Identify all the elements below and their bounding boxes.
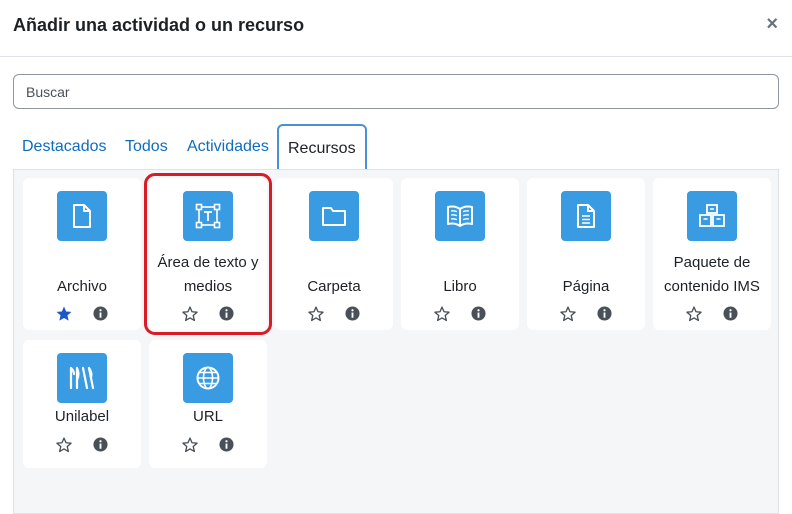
tab-actividades[interactable]: Actividades [187,124,269,169]
module-card-libro[interactable]: Libro [401,178,519,330]
star-outline-icon[interactable] [181,305,199,323]
folder-icon [309,191,359,241]
info-icon[interactable] [723,306,738,321]
book-icon [435,191,485,241]
module-card-carpeta[interactable]: Carpeta [275,178,393,330]
dialog-title: Añadir una actividad o un recurso [13,15,305,35]
info-icon[interactable] [219,437,234,452]
module-label: Libro [443,278,477,295]
tab-destacados[interactable]: Destacados [22,124,107,169]
module-label: Área de texto y medios [157,254,259,295]
unilabel-icon [57,353,107,403]
module-card-pagina[interactable]: Página [527,178,645,330]
tab-todos[interactable]: Todos [125,124,168,169]
info-icon[interactable] [471,306,486,321]
module-card-unilabel[interactable]: Unilabel [23,340,141,468]
star-outline-icon[interactable] [181,436,199,454]
info-icon[interactable] [93,437,108,452]
star-outline-icon[interactable] [55,436,73,454]
module-grid: Archivo Área de texto y medios Carpeta L… [13,169,779,514]
module-card-area-de-texto[interactable]: Área de texto y medios [144,173,272,335]
text-area-icon [183,191,233,241]
module-label: URL [192,408,223,425]
module-label: Unilabel [54,408,110,425]
close-icon[interactable]: × [766,13,778,36]
info-icon[interactable] [345,306,360,321]
info-icon[interactable] [597,306,612,321]
file-icon [57,191,107,241]
tab-bar: Destacados Todos Actividades Recursos [13,124,779,169]
module-label: Página [562,278,610,295]
module-label: Carpeta [307,278,361,295]
star-outline-icon[interactable] [307,305,325,323]
star-filled-icon[interactable] [55,305,73,323]
package-icon [687,191,737,241]
star-outline-icon[interactable] [559,305,577,323]
globe-icon [183,353,233,403]
module-label: Archivo [56,278,108,295]
info-icon[interactable] [93,306,108,321]
star-outline-icon[interactable] [433,305,451,323]
tab-recursos[interactable]: Recursos [277,124,367,169]
search-input[interactable] [13,74,779,109]
dialog-header: Añadir una actividad o un recurso × [0,0,792,57]
module-card-paquete-ims[interactable]: Paquete de contenido IMS [653,178,771,330]
module-card-url[interactable]: URL [149,340,267,468]
star-outline-icon[interactable] [685,305,703,323]
info-icon[interactable] [219,306,234,321]
module-card-archivo[interactable]: Archivo [23,178,141,330]
page-icon [561,191,611,241]
module-label: Paquete de contenido IMS [664,254,760,295]
